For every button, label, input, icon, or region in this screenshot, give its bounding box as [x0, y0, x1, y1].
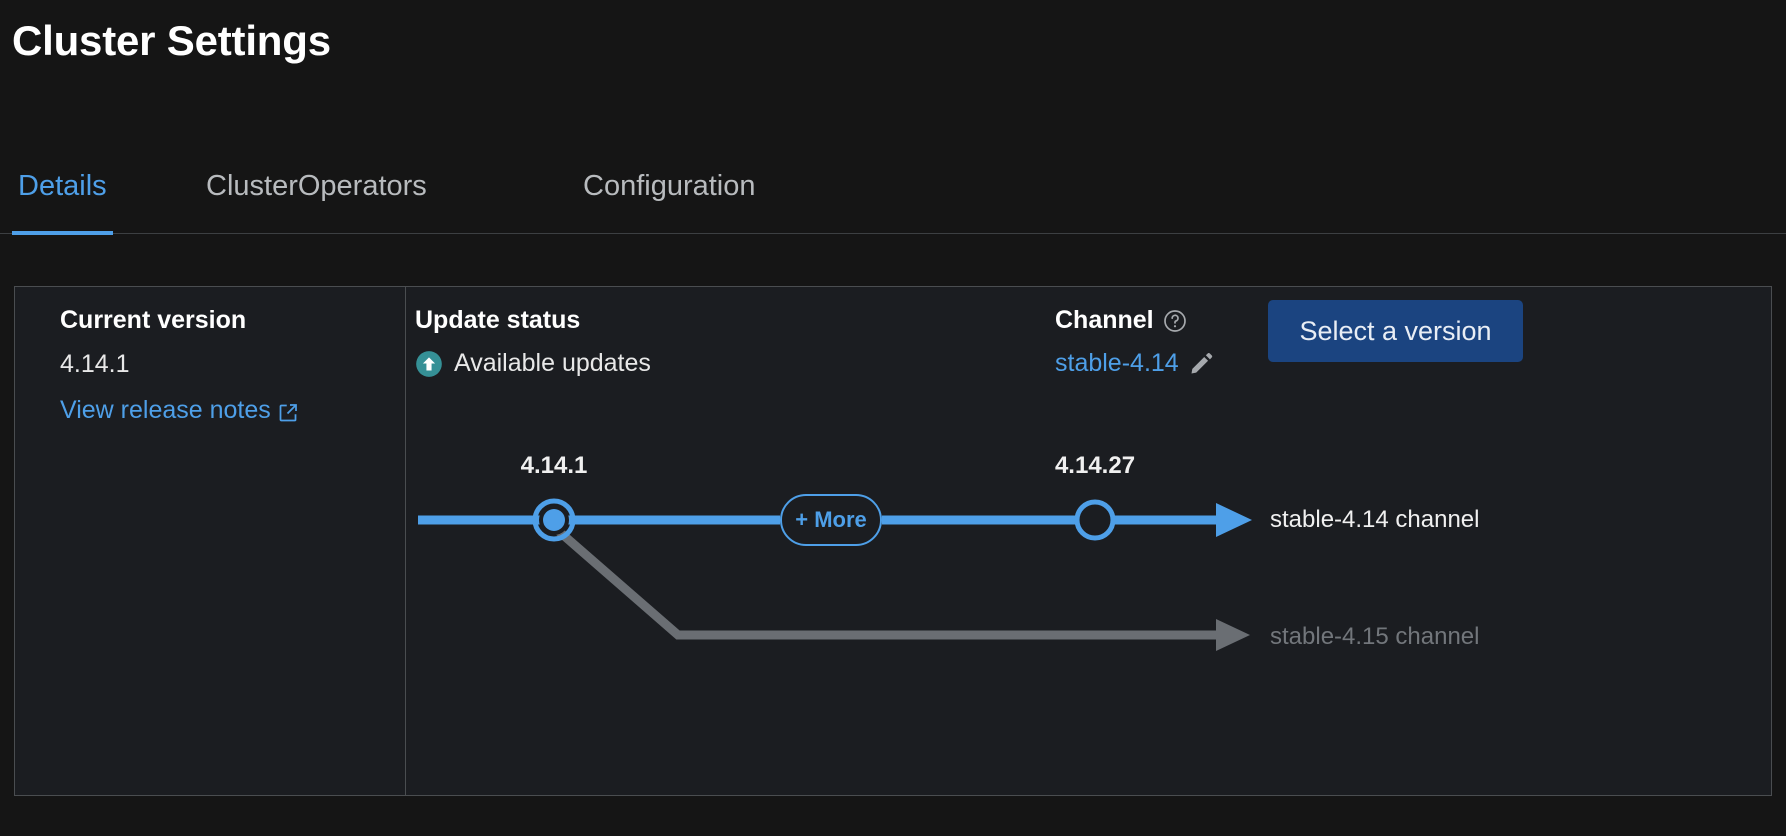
cluster-settings-card: Current version 4.14.1 View release note… — [14, 286, 1772, 796]
primary-channel-arrowhead — [1216, 503, 1252, 537]
page-title: Cluster Settings — [12, 17, 331, 64]
graph-channel-label-primary: stable-4.14 channel — [1270, 506, 1480, 533]
tab-details-label: Details — [18, 169, 107, 202]
help-circle-icon[interactable] — [1163, 309, 1187, 333]
pencil-icon[interactable] — [1189, 351, 1214, 376]
channel-heading-label: Channel — [1055, 306, 1154, 334]
update-status-heading: Update status — [415, 306, 581, 334]
secondary-channel-arrowhead — [1216, 619, 1250, 651]
node-label-current: 4.14.1 — [520, 452, 588, 479]
view-release-notes-link[interactable]: View release notes — [60, 396, 298, 425]
node-current-dot — [543, 509, 565, 531]
secondary-channel-line — [551, 523, 1216, 640]
update-status-value: Available updates — [415, 349, 651, 378]
node-label-available: 4.14.27 — [1054, 452, 1136, 479]
update-graph: 4.14.1 4.14.27 + More stable-4.14 channe… — [406, 427, 1773, 757]
view-release-notes-label: View release notes — [60, 396, 271, 424]
tab-configuration[interactable]: Configuration — [577, 138, 762, 234]
tab-bar: Details ClusterOperators Configuration — [0, 138, 1786, 235]
external-link-icon — [278, 401, 298, 421]
current-version-panel: Current version 4.14.1 View release note… — [15, 287, 406, 795]
update-status-text: Available updates — [454, 349, 651, 377]
more-versions-button[interactable]: + More — [780, 494, 882, 546]
channel-value: stable-4.14 — [1055, 349, 1214, 378]
node-available — [1074, 499, 1116, 541]
current-version-heading: Current version — [60, 306, 247, 334]
tab-clusteroperators[interactable]: ClusterOperators — [200, 138, 433, 234]
channel-heading: Channel — [1055, 306, 1187, 335]
tab-details[interactable]: Details — [12, 138, 113, 235]
graph-channel-label-secondary: stable-4.15 channel — [1270, 623, 1480, 650]
current-version-value: 4.14.1 — [60, 350, 130, 378]
select-a-version-button[interactable]: Select a version — [1268, 300, 1523, 362]
tab-clusteroperators-label: ClusterOperators — [206, 169, 427, 202]
channel-value-link[interactable]: stable-4.14 — [1055, 349, 1179, 378]
tab-configuration-label: Configuration — [583, 169, 756, 202]
update-panel: Update status Available updates Channel — [406, 287, 1771, 795]
arrow-up-circle-icon — [415, 350, 443, 378]
